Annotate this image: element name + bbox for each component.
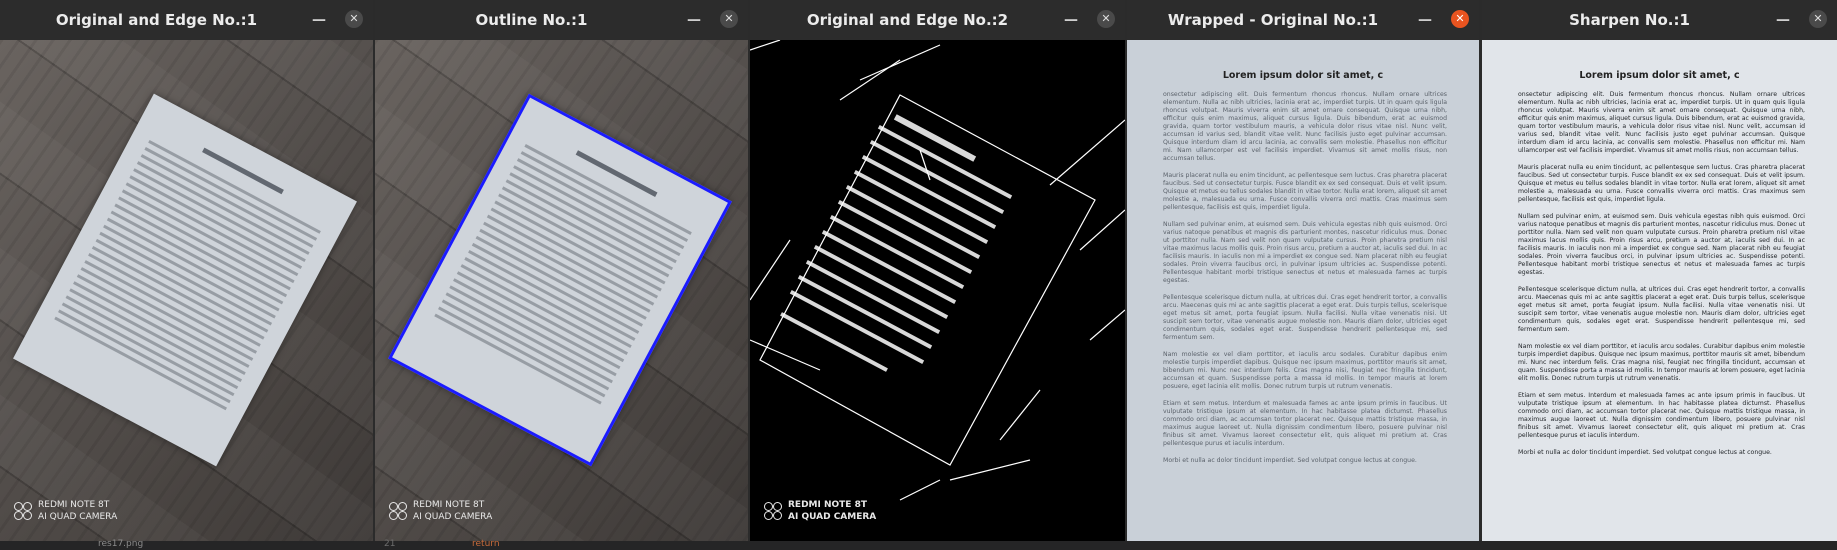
- camera-logo-icon: [389, 502, 407, 520]
- image-view: REDMI NOTE 8T AI QUAD CAMERA: [0, 40, 373, 541]
- document-paragraph: Pellentesque scelerisque dictum nulla, a…: [1518, 286, 1805, 333]
- watermark-line-2: AI QUAD CAMERA: [788, 512, 877, 522]
- camera-watermark: REDMI NOTE 8T AI QUAD CAMERA: [14, 499, 117, 523]
- camera-watermark: REDMI NOTE 8T AI QUAD CAMERA: [389, 499, 492, 523]
- image-view: REDMI NOTE 8T AI QUAD CAMERA: [375, 40, 748, 541]
- window-title: Outline No.:1: [475, 11, 588, 29]
- minimize-icon[interactable]: —: [1415, 10, 1435, 30]
- edge-view: REDMI NOTE 8T AI QUAD CAMERA: [750, 40, 1125, 541]
- line-number: 21: [384, 539, 396, 549]
- editor-background-strip: res17.png 21 return: [0, 539, 1837, 550]
- camera-logo-icon: [764, 502, 782, 520]
- titlebar[interactable]: Outline No.:1 — ✕: [375, 0, 748, 41]
- document-paragraph: Etiam et sem metus. Interdum et malesuad…: [1518, 392, 1805, 439]
- sharpened-document: Lorem ipsum dolor sit amet, c onsectetur…: [1482, 40, 1837, 541]
- titlebar[interactable]: Original and Edge No.:2 — ✕: [750, 0, 1125, 41]
- watermark-line-1: REDMI NOTE 8T: [38, 500, 110, 510]
- document-title: Lorem ipsum dolor sit amet, c: [1222, 70, 1384, 81]
- document-view: Lorem ipsum dolor sit amet, c onsectetur…: [1482, 40, 1837, 541]
- camera-watermark: REDMI NOTE 8T AI QUAD CAMERA: [764, 499, 876, 523]
- window-title: Sharpen No.:1: [1569, 11, 1690, 29]
- window-original-edge-1: Original and Edge No.:1 — ✕ REDMI NOTE 8…: [0, 0, 373, 541]
- minimize-icon[interactable]: —: [1773, 10, 1793, 30]
- camera-logo-icon: [14, 502, 32, 520]
- document-paragraph: Mauris placerat nulla eu enim tincidunt,…: [1518, 164, 1805, 203]
- document-title: Lorem ipsum dolor sit amet, c: [1579, 70, 1740, 81]
- window-title: Original and Edge No.:1: [55, 11, 258, 29]
- close-icon[interactable]: ✕: [720, 10, 738, 28]
- minimize-icon[interactable]: —: [684, 10, 704, 30]
- document-paragraph: Nullam sed pulvinar enim, at euismod sem…: [1518, 213, 1805, 276]
- document-view: Lorem ipsum dolor sit amet, c onsectetur…: [1127, 40, 1479, 541]
- edge-map: [750, 40, 1125, 501]
- watermark-line-2: AI QUAD CAMERA: [38, 512, 118, 522]
- file-name[interactable]: res17.png: [98, 539, 143, 549]
- document-paragraph: Morbi et nulla ac dolor tincidunt imperd…: [1518, 449, 1772, 456]
- window-wrapped-original-1: Wrapped - Original No.:1 — ✕ Lorem ipsum…: [1127, 0, 1479, 541]
- document-paragraph: Nam molestie ex vel diam porttitor, et i…: [1163, 351, 1447, 390]
- close-icon[interactable]: ✕: [1097, 10, 1115, 28]
- document-paragraph: Morbi et nulla ac dolor tincidunt imperd…: [1163, 457, 1417, 464]
- titlebar[interactable]: Wrapped - Original No.:1 — ✕: [1127, 0, 1479, 41]
- watermark-line-1: REDMI NOTE 8T: [413, 500, 485, 510]
- watermark-line-2: AI QUAD CAMERA: [413, 512, 493, 522]
- window-title: Wrapped - Original No.:1: [1167, 11, 1379, 29]
- document-paragraph: onsectetur adipiscing elit. Duis ferment…: [1518, 91, 1805, 154]
- titlebar[interactable]: Original and Edge No.:1 — ✕: [0, 0, 373, 41]
- titlebar[interactable]: Sharpen No.:1 — ✕: [1482, 0, 1837, 41]
- window-original-edge-2: Original and Edge No.:2 — ✕ REDMI NOTE 8…: [750, 0, 1125, 541]
- document-paragraph: Nam molestie ex vel diam porttitor, et i…: [1518, 343, 1805, 382]
- window-sharpen-1: Sharpen No.:1 — ✕ Lorem ipsum dolor sit …: [1482, 0, 1837, 541]
- close-icon[interactable]: ✕: [1451, 10, 1469, 28]
- document-paragraph: onsectetur adipiscing elit. Duis ferment…: [1163, 91, 1447, 162]
- close-icon[interactable]: ✕: [1809, 10, 1827, 28]
- window-outline-1: Outline No.:1 — ✕ REDMI NOTE 8T AI QUAD …: [375, 0, 748, 541]
- document-paragraph: Etiam et sem metus. Interdum et malesuad…: [1163, 400, 1447, 447]
- close-icon[interactable]: ✕: [345, 10, 363, 28]
- document-paragraph: Nullam sed pulvinar enim, at euismod sem…: [1163, 221, 1447, 284]
- window-title: Original and Edge No.:2: [806, 11, 1009, 29]
- document-paragraph: Mauris placerat nulla eu enim tincidunt,…: [1163, 172, 1447, 211]
- minimize-icon[interactable]: —: [309, 10, 329, 30]
- warped-document: Lorem ipsum dolor sit amet, c onsectetur…: [1127, 40, 1479, 541]
- document-paragraph: Pellentesque scelerisque dictum nulla, a…: [1163, 294, 1447, 341]
- minimize-icon[interactable]: —: [1061, 10, 1081, 30]
- code-text: return: [472, 539, 500, 549]
- watermark-line-1: REDMI NOTE 8T: [788, 500, 867, 510]
